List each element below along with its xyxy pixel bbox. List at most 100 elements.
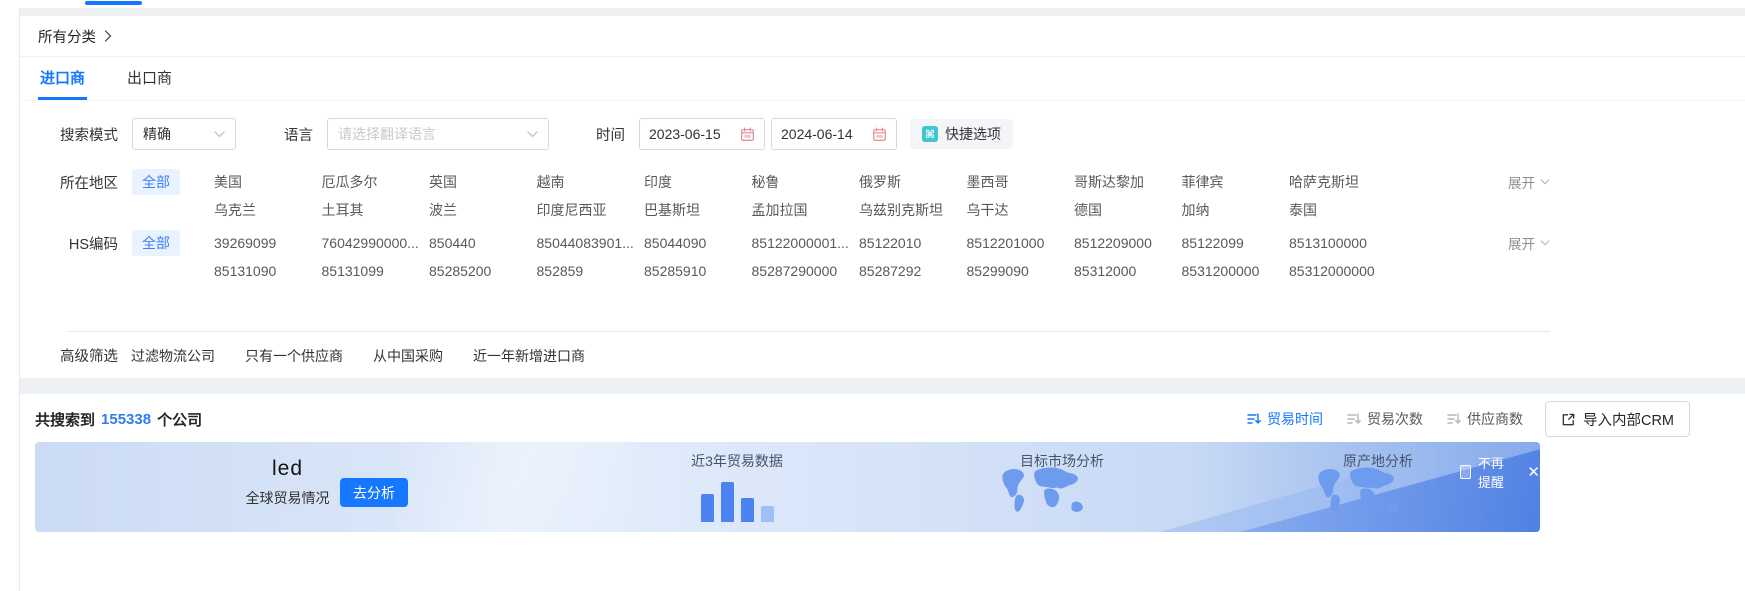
hs-code-item[interactable]: 85312000000 <box>1289 261 1397 281</box>
sort-option[interactable]: 供应商数 <box>1447 409 1523 429</box>
region-item[interactable]: 秘鲁 <box>752 172 860 192</box>
chevron-right-icon <box>104 30 112 42</box>
region-expand-link[interactable]: 展开 <box>1508 172 1550 192</box>
advanced-filter-label: 高级筛选 <box>38 345 118 366</box>
sort-option[interactable]: 贸易次数 <box>1347 409 1423 429</box>
hs-code-item[interactable]: 85131099 <box>322 261 430 281</box>
date-from-picker[interactable]: 2023-06-15 <box>639 118 765 150</box>
tab[interactable]: 进口商 <box>38 57 87 100</box>
chevron-down-icon <box>527 131 538 138</box>
hs-code-item[interactable]: 85285910 <box>644 261 752 281</box>
region-item[interactable]: 德国 <box>1074 200 1182 220</box>
region-item[interactable]: 美国 <box>214 172 322 192</box>
advanced-filter-option[interactable]: 近一年新增进口商 <box>473 346 585 366</box>
hs-code-item[interactable]: 850440 <box>429 233 537 253</box>
hs-code-item[interactable]: 852859 <box>537 261 645 281</box>
region-item[interactable]: 哥斯达黎加 <box>1074 172 1182 192</box>
tab[interactable]: 出口商 <box>125 57 174 100</box>
hs-code-item[interactable]: 85299090 <box>967 261 1075 281</box>
bar-chart-bar <box>741 498 754 522</box>
quick-options-button[interactable]: ⌘ 快捷选项 <box>910 119 1013 149</box>
breadcrumb[interactable]: 所有分类 <box>19 16 1745 57</box>
hs-code-item[interactable]: 85312000 <box>1074 261 1182 281</box>
region-item[interactable]: 俄罗斯 <box>859 172 967 192</box>
region-item[interactable]: 乌干达 <box>967 200 1075 220</box>
results-count-line: 共搜索到 155338 个公司 <box>35 409 202 430</box>
language-label: 语言 <box>284 124 313 145</box>
hs-code-label: HS编码 <box>38 233 118 254</box>
hs-code-item[interactable]: 85044083901... <box>537 233 645 253</box>
search-card: 所有分类 进口商出口商 搜索模式 精确 语言 请选择翻译语言 时间 2023-0… <box>19 16 1745 378</box>
search-mode-label: 搜索模式 <box>38 124 118 145</box>
sort-option[interactable]: 贸易时间 <box>1247 409 1323 429</box>
region-values: 美国厄瓜多尔英国越南印度秘鲁俄罗斯墨西哥哥斯达黎加菲律宾哈萨克斯坦 乌克兰土耳其… <box>214 172 1397 220</box>
region-item[interactable]: 乌兹别克斯坦 <box>859 200 967 220</box>
banner-streak <box>395 442 635 532</box>
region-filter-row: 所在地区 全部 美国厄瓜多尔英国越南印度秘鲁俄罗斯墨西哥哥斯达黎加菲律宾哈萨克斯… <box>19 172 1745 220</box>
region-item[interactable]: 巴基斯坦 <box>644 200 752 220</box>
region-item[interactable]: 印度 <box>644 172 752 192</box>
dismiss-checkbox[interactable] <box>1460 465 1471 479</box>
hs-expand-link[interactable]: 展开 <box>1508 233 1550 253</box>
region-item[interactable]: 乌克兰 <box>214 200 322 220</box>
region-item[interactable]: 孟加拉国 <box>752 200 860 220</box>
date-to-picker[interactable]: 2024-06-14 <box>771 118 897 150</box>
hs-code-item[interactable]: 85287292 <box>859 261 967 281</box>
analyze-button[interactable]: 去分析 <box>340 478 408 507</box>
results-count-suffix: 个公司 <box>157 409 202 430</box>
search-controls-row: 搜索模式 精确 语言 请选择翻译语言 时间 2023-06-15 2024-06… <box>19 118 1745 150</box>
region-item[interactable]: 土耳其 <box>322 200 430 220</box>
advanced-filter-option[interactable]: 从中国采购 <box>373 346 443 366</box>
hs-all-badge[interactable]: 全部 <box>132 230 180 256</box>
region-all-badge[interactable]: 全部 <box>132 169 180 195</box>
region-item[interactable]: 越南 <box>537 172 645 192</box>
results-toolbar: 贸易时间 贸易次数 供应商数 <box>1247 401 1690 437</box>
date-to-value: 2024-06-14 <box>781 126 853 142</box>
region-item[interactable]: 印度尼西亚 <box>537 200 645 220</box>
time-label: 时间 <box>596 124 625 145</box>
hs-code-item[interactable]: 85122010 <box>859 233 967 253</box>
hs-code-item[interactable]: 85285200 <box>429 261 537 281</box>
hs-code-item[interactable]: 85122099 <box>1182 233 1290 253</box>
region-item[interactable]: 英国 <box>429 172 537 192</box>
banner-section-trade-data: 近3年贸易数据 <box>657 451 817 471</box>
sort-descending-icon <box>1247 412 1261 426</box>
import-crm-button[interactable]: 导入内部CRM <box>1545 401 1690 437</box>
hs-code-item[interactable]: 8531200000 <box>1182 261 1290 281</box>
hs-code-item[interactable]: 85131090 <box>214 261 322 281</box>
hs-code-item[interactable]: 8512209000 <box>1074 233 1182 253</box>
bar-chart-bar <box>721 482 734 522</box>
importer-exporter-tabs: 进口商出口商 <box>19 57 1745 101</box>
dismiss-reminder: 不再提醒 ✕ <box>1460 453 1540 491</box>
region-item[interactable]: 波兰 <box>429 200 537 220</box>
results-card: 共搜索到 155338 个公司 贸易时间 贸易次 <box>19 394 1745 591</box>
region-item[interactable]: 菲律宾 <box>1182 172 1290 192</box>
form-divider <box>67 331 1550 332</box>
hs-code-item[interactable]: 8513100000 <box>1289 233 1397 253</box>
region-item[interactable]: 加纳 <box>1182 200 1290 220</box>
region-item[interactable]: 厄瓜多尔 <box>322 172 430 192</box>
hs-code-item[interactable]: 76042990000... <box>322 233 430 253</box>
advanced-filter-option[interactable]: 过滤物流公司 <box>131 346 215 366</box>
region-item[interactable]: 哈萨克斯坦 <box>1289 172 1397 192</box>
region-item[interactable]: 泰国 <box>1289 200 1397 220</box>
banner-subtitle: 全球贸易情况 <box>220 488 355 508</box>
quick-options-label: 快捷选项 <box>945 124 1001 144</box>
region-item[interactable]: 墨西哥 <box>967 172 1075 192</box>
results-count: 155338 <box>101 411 151 428</box>
language-select[interactable]: 请选择翻译语言 <box>327 118 549 150</box>
banner-keyword-block: led 全球贸易情况 <box>220 457 355 508</box>
hs-code-values: 3926909976042990000...85044085044083901.… <box>214 233 1397 281</box>
hs-code-item[interactable]: 8512201000 <box>967 233 1075 253</box>
hs-code-item[interactable]: 85122000001... <box>752 233 860 253</box>
date-from-value: 2023-06-15 <box>649 126 721 142</box>
search-mode-select[interactable]: 精确 <box>132 118 236 150</box>
top-cutoff-strip <box>0 0 1745 8</box>
close-icon[interactable]: ✕ <box>1527 465 1540 480</box>
advanced-filter-option[interactable]: 只有一个供应商 <box>245 346 343 366</box>
hs-code-item[interactable]: 85044090 <box>644 233 752 253</box>
trade-analysis-banner: led 全球贸易情况 去分析 近3年贸易数据 目标市场分析 原产 <box>35 442 1540 532</box>
hs-code-item[interactable]: 85287290000 <box>752 261 860 281</box>
hs-code-item[interactable]: 39269099 <box>214 233 322 253</box>
banner-keyword: led <box>220 457 355 481</box>
